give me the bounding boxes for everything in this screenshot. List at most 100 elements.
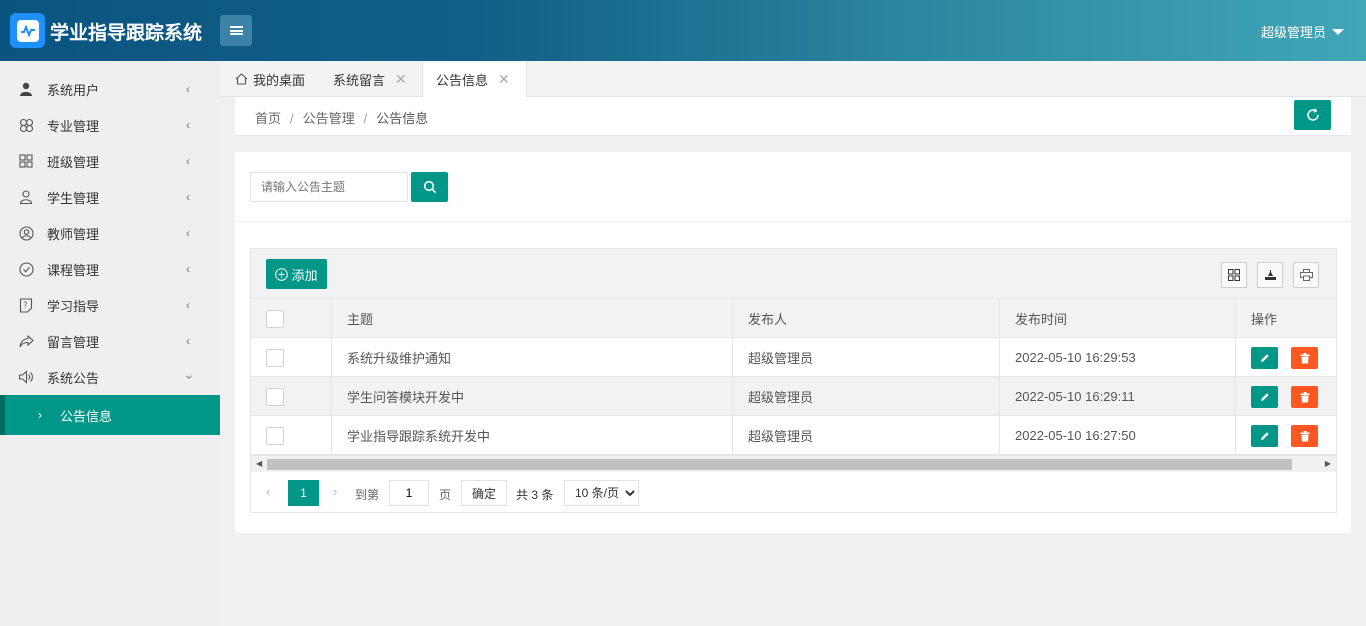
row-checkbox-cell (251, 338, 332, 377)
search-input[interactable] (250, 172, 408, 202)
search-button[interactable] (411, 172, 448, 202)
tab-system-messages[interactable]: 系统留言 ✕ (333, 61, 407, 97)
row-checkbox[interactable] (266, 348, 284, 367)
hamburger-icon (229, 26, 243, 35)
chevron-left-icon: ‹ (186, 118, 190, 132)
print-button[interactable] (1293, 262, 1319, 288)
close-icon[interactable]: ✕ (395, 71, 407, 88)
user-name: 超级管理员 (1260, 25, 1326, 40)
print-icon (1299, 269, 1313, 281)
header-checkbox-cell (251, 299, 332, 338)
chevron-left-icon: ‹ (186, 190, 190, 204)
breadcrumb-separator: / (363, 111, 368, 126)
columns-filter-button[interactable] (1221, 262, 1247, 288)
add-button[interactable]: 添加 (266, 259, 327, 289)
delete-button[interactable] (1291, 386, 1318, 408)
page-jump-input[interactable] (389, 480, 429, 506)
sidebar-item-teachers[interactable]: 教师管理 ‹ (0, 215, 220, 251)
edit-button[interactable] (1251, 386, 1278, 408)
horizontal-scrollbar[interactable]: ◀ ▶ (251, 455, 1336, 472)
cell-actions (1236, 338, 1336, 377)
user-menu[interactable]: 超级管理员 (1261, 22, 1344, 41)
edit-button[interactable] (1251, 425, 1278, 447)
chevron-left-icon: ‹ (186, 334, 190, 348)
app-title: 学业指导跟踪系统 (50, 22, 203, 44)
tab-announcement-info[interactable]: 公告信息 ✕ (422, 61, 527, 98)
table-row: 系统升级维护通知 超级管理员 2022-05-10 16:29:53 (251, 338, 1336, 377)
add-button-label: 添加 (291, 267, 318, 283)
delete-button[interactable] (1291, 347, 1318, 369)
check-circle-icon (18, 261, 34, 277)
speaker-icon (18, 369, 34, 385)
pencil-icon (1260, 431, 1270, 441)
column-header-actions: 操作 (1251, 312, 1278, 327)
breadcrumb-bar: 首页 / 公告管理 / 公告信息 (235, 97, 1351, 136)
select-all-checkbox[interactable] (266, 309, 284, 328)
close-icon[interactable]: ✕ (498, 71, 510, 88)
chevron-left-icon: ‹ (186, 82, 190, 96)
clover-icon (18, 117, 34, 133)
column-header-publisher[interactable]: 发布人 (733, 299, 1000, 338)
page-current[interactable]: 1 (288, 480, 319, 506)
sidebar-item-messages[interactable]: 留言管理 ‹ (0, 323, 220, 359)
tab-label: 我的桌面 (253, 72, 306, 88)
chevron-left-icon: ‹ (186, 298, 190, 312)
breadcrumb-current: 公告信息 (376, 111, 429, 126)
scrollbar-thumb[interactable] (267, 459, 1292, 470)
menu-toggle-button[interactable] (220, 15, 252, 46)
sidebar-item-study-guidance[interactable]: ? 学习指导 ‹ (0, 287, 220, 323)
tab-label: 系统留言 (333, 72, 386, 88)
trash-icon (1300, 430, 1310, 442)
share-icon (18, 333, 34, 349)
sidebar-item-classes[interactable]: 班级管理 ‹ (0, 143, 220, 179)
user-icon (18, 81, 34, 97)
sidebar-item-label: 教师管理 (47, 226, 100, 242)
table-toolbar: 添加 (251, 249, 1336, 299)
row-checkbox[interactable] (266, 426, 284, 445)
sidebar-subitem-label: 公告信息 (60, 408, 113, 424)
page-size-select[interactable]: 10 条/页 (564, 480, 639, 506)
cell-title: 学生问答模块开发中 (332, 377, 733, 416)
next-page-icon[interactable]: › (333, 484, 337, 499)
tab-bar: 我的桌面 系统留言 ✕ 公告信息 ✕ (220, 61, 1366, 98)
sidebar-item-majors[interactable]: 专业管理 ‹ (0, 107, 220, 143)
column-header-title[interactable]: 主题 (332, 299, 733, 338)
scroll-left-arrow-icon[interactable]: ◀ (256, 459, 262, 468)
sidebar-item-courses[interactable]: 课程管理 ‹ (0, 251, 220, 287)
chevron-right-icon: › (38, 408, 42, 422)
scroll-right-arrow-icon[interactable]: ▶ (1325, 459, 1331, 468)
sidebar: 系统用户 ‹ 专业管理 ‹ 班级管理 ‹ 学生管理 ‹ 教师管理 ‹ 课程管理 … (0, 61, 220, 626)
search-icon (423, 180, 437, 194)
sidebar-item-announcements[interactable]: 系统公告 ‹ (0, 359, 220, 395)
row-checkbox[interactable] (266, 387, 284, 406)
sidebar-item-students[interactable]: 学生管理 ‹ (0, 179, 220, 215)
cell-title: 系统升级维护通知 (332, 338, 733, 377)
tab-label: 公告信息 (436, 73, 489, 88)
column-header-time[interactable]: 发布时间 (1000, 299, 1236, 338)
users-icon (18, 189, 34, 205)
breadcrumb-section[interactable]: 公告管理 (303, 111, 355, 126)
cell-actions (1236, 416, 1336, 455)
sidebar-item-system-users[interactable]: 系统用户 ‹ (0, 71, 220, 107)
table-row: 学业指导跟踪系统开发中 超级管理员 2022-05-10 16:27:50 (251, 416, 1336, 455)
edit-button[interactable] (1251, 347, 1278, 369)
breadcrumb-home[interactable]: 首页 (255, 111, 281, 126)
export-button[interactable] (1257, 262, 1283, 288)
chevron-down-icon: ‹ (179, 374, 196, 380)
sidebar-item-label: 班级管理 (47, 154, 100, 170)
page-jump-confirm-button[interactable]: 确定 (461, 480, 507, 506)
grid-icon (18, 153, 34, 169)
app-logo (10, 13, 45, 48)
sidebar-item-label: 课程管理 (47, 262, 100, 278)
prev-page-icon[interactable]: ‹ (266, 484, 270, 499)
user-circle-icon (18, 225, 34, 241)
sidebar-item-label: 学生管理 (47, 190, 100, 206)
sidebar-item-label: 专业管理 (47, 118, 100, 134)
delete-button[interactable] (1291, 425, 1318, 447)
table-header-row: 主题 发布人 发布时间 操作 (251, 299, 1336, 338)
tab-my-desktop[interactable]: 我的桌面 (235, 61, 313, 97)
sidebar-subitem-announcement-info[interactable]: › 公告信息 (0, 395, 220, 435)
caret-down-icon (1332, 28, 1344, 35)
refresh-button[interactable] (1294, 100, 1331, 130)
chevron-left-icon: ‹ (186, 154, 190, 168)
